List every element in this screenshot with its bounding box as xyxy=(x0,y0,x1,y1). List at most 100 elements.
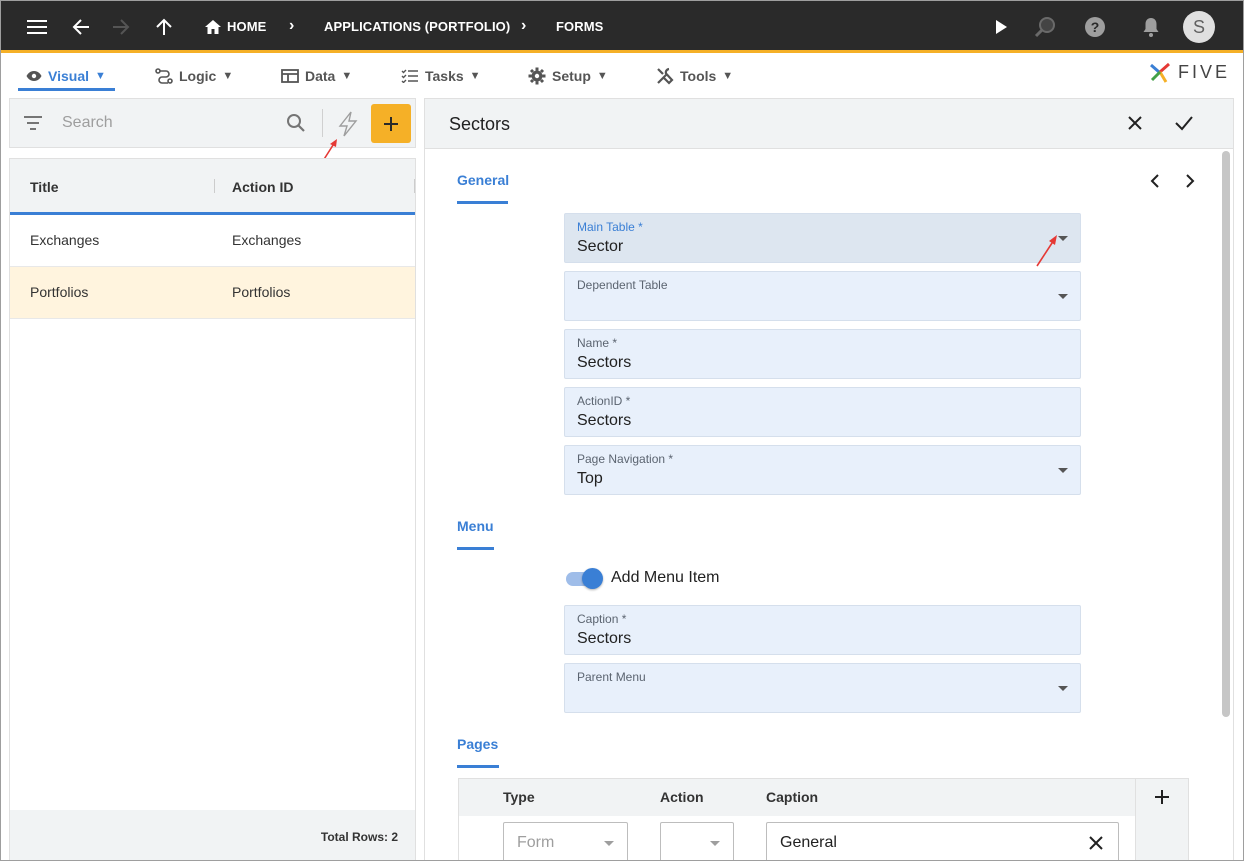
menu-data[interactable]: Data ▼ xyxy=(281,62,352,90)
menu-setup[interactable]: Setup ▼ xyxy=(528,62,608,90)
page-type-select[interactable]: Form xyxy=(503,822,628,860)
filter-icon[interactable] xyxy=(24,116,42,135)
dropdown-arrow-icon[interactable] xyxy=(1058,686,1068,691)
page-type-placeholder: Form xyxy=(517,834,555,851)
section-pages[interactable]: Pages xyxy=(457,736,498,752)
action-id-field[interactable]: ActionID * Sectors xyxy=(564,387,1081,437)
caret-down-icon: ▼ xyxy=(469,70,481,82)
caret-down-icon: ▼ xyxy=(596,70,608,82)
main-menu-bar: Visual ▼ Logic ▼ Data ▼ Tasks ▼ Setup ▼ … xyxy=(1,56,1243,92)
breadcrumb-home[interactable]: HOME xyxy=(227,19,266,37)
table-icon xyxy=(281,69,299,83)
add-record-button[interactable] xyxy=(371,104,411,143)
section-general[interactable]: General xyxy=(457,172,509,188)
list-toolbar: Search xyxy=(9,98,416,148)
active-menu-indicator xyxy=(18,88,115,91)
caption-field[interactable]: Caption * Sectors xyxy=(564,605,1081,655)
row-action-id: Portfolios xyxy=(232,284,291,300)
search-input[interactable]: Search xyxy=(62,114,113,132)
pages-grid-header: Type Action Caption xyxy=(459,779,1188,816)
search-icon[interactable] xyxy=(286,113,306,138)
flow-icon xyxy=(155,68,173,84)
field-label: ActionID * xyxy=(577,394,631,408)
menu-tools[interactable]: Tools ▼ xyxy=(656,62,733,90)
tools-icon xyxy=(657,67,674,85)
menu-setup-label: Setup xyxy=(552,68,591,84)
menu-logic-label: Logic xyxy=(179,68,217,84)
parent-menu-select[interactable]: Parent Menu xyxy=(564,663,1081,713)
column-header-type: Type xyxy=(503,789,535,805)
field-value: Sectors xyxy=(577,630,632,647)
hamburger-menu-icon[interactable] xyxy=(21,9,53,45)
home-icon[interactable] xyxy=(197,9,229,45)
column-divider[interactable] xyxy=(214,179,215,193)
gear-icon xyxy=(528,67,546,85)
main-table-select[interactable]: Main Table * Sector xyxy=(564,213,1081,263)
five-logo-mark-icon xyxy=(1150,62,1170,83)
svg-text:?: ? xyxy=(1091,19,1100,35)
menu-logic[interactable]: Logic ▼ xyxy=(155,62,233,90)
row-action-id: Exchanges xyxy=(232,232,302,248)
table-row[interactable]: Exchanges Exchanges xyxy=(10,215,415,267)
caret-down-icon: ▼ xyxy=(341,70,353,82)
field-value: Sectors xyxy=(577,354,632,371)
dropdown-arrow-icon[interactable] xyxy=(1058,294,1068,299)
row-title: Portfolios xyxy=(30,284,89,300)
field-label: Name * xyxy=(577,336,618,350)
app-window: HOME › APPLICATIONS (PORTFOLIO) › FORMS … xyxy=(0,0,1244,861)
caret-down-icon: ▼ xyxy=(95,70,106,82)
toggle-knob[interactable] xyxy=(582,568,603,589)
field-value: Sectors xyxy=(577,412,632,429)
caret-down-icon: ▼ xyxy=(722,70,734,82)
field-label: Page Navigation * xyxy=(577,452,674,466)
form-header: Sectors xyxy=(425,99,1233,149)
page-action-select[interactable] xyxy=(660,822,734,860)
page-caption-input[interactable]: General xyxy=(766,822,1119,860)
name-field[interactable]: Name * Sectors xyxy=(564,329,1081,379)
back-arrow-icon[interactable] xyxy=(65,9,97,45)
field-label: Dependent Table xyxy=(577,278,668,292)
play-icon[interactable] xyxy=(985,9,1017,45)
top-app-bar: HOME › APPLICATIONS (PORTFOLIO) › FORMS … xyxy=(1,1,1243,53)
close-icon[interactable] xyxy=(1126,114,1144,137)
dropdown-arrow-icon[interactable] xyxy=(710,841,720,846)
breadcrumb-applications[interactable]: APPLICATIONS (PORTFOLIO) xyxy=(324,19,510,37)
column-divider[interactable] xyxy=(414,179,415,193)
help-icon[interactable]: ? xyxy=(1079,9,1111,45)
pages-add-column xyxy=(1135,779,1188,860)
forward-arrow-icon[interactable] xyxy=(105,9,137,45)
dependent-table-select[interactable]: Dependent Table xyxy=(564,271,1081,321)
form-panel: Sectors General Main Table * Sector Depe… xyxy=(424,98,1234,860)
dropdown-arrow-icon[interactable] xyxy=(604,841,614,846)
menu-tasks-label: Tasks xyxy=(425,68,464,84)
clear-icon[interactable] xyxy=(1088,835,1104,856)
field-label: Main Table * xyxy=(577,220,643,234)
add-page-plus-icon[interactable] xyxy=(1154,789,1170,810)
search-disabled-icon[interactable] xyxy=(1029,9,1061,45)
menu-data-label: Data xyxy=(305,68,336,84)
menu-tasks[interactable]: Tasks ▼ xyxy=(401,62,481,90)
table-footer: Total Rows: 2 xyxy=(10,810,415,860)
chevron-right-icon[interactable] xyxy=(1184,173,1196,194)
form-scrollbar[interactable] xyxy=(1222,151,1230,717)
page-navigation-select[interactable]: Page Navigation * Top xyxy=(564,445,1081,495)
save-check-icon[interactable] xyxy=(1174,114,1194,137)
breadcrumb-forms[interactable]: FORMS xyxy=(556,19,603,37)
up-arrow-icon[interactable] xyxy=(148,9,180,45)
field-value: Sector xyxy=(577,238,624,255)
column-header-caption: Caption xyxy=(766,789,819,805)
row-title: Exchanges xyxy=(30,232,100,248)
add-menu-item-label: Add Menu Item xyxy=(611,569,720,586)
menu-visual[interactable]: Visual ▼ xyxy=(26,62,106,90)
dropdown-arrow-icon[interactable] xyxy=(1058,468,1068,473)
table-row-selected[interactable]: Portfolios Portfolios xyxy=(10,267,415,319)
column-header-action-id[interactable]: Action ID xyxy=(232,179,293,195)
column-header-title[interactable]: Title xyxy=(30,179,59,195)
notifications-bell-icon[interactable] xyxy=(1135,9,1167,45)
chevron-left-icon[interactable] xyxy=(1149,173,1161,194)
annotation-arrow-icon xyxy=(1036,235,1057,267)
section-menu[interactable]: Menu xyxy=(457,518,494,534)
table-header: Title Action ID xyxy=(10,159,415,215)
user-avatar[interactable]: S xyxy=(1183,11,1215,43)
menu-visual-label: Visual xyxy=(48,68,89,84)
